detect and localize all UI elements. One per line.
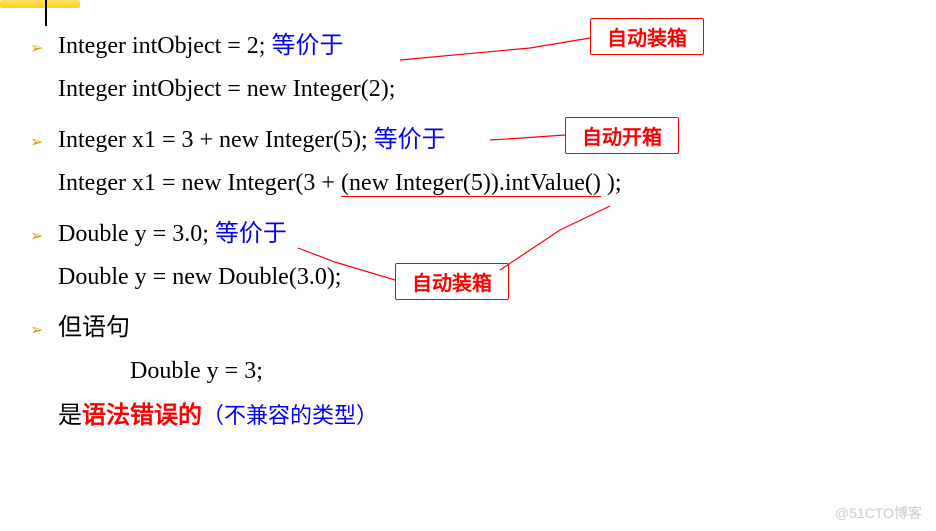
equiv-label: 等价于 <box>368 127 446 153</box>
line-8: Double y = 3; <box>130 358 906 385</box>
text-cursor <box>45 0 47 26</box>
code-segment: Integer intObject = 2; <box>58 33 265 59</box>
code-segment: Double y = 3.0; <box>58 221 209 247</box>
code-text: Integer x1 = 3 + new Integer(5); 等价于 <box>58 119 446 154</box>
line-7: ➢ 但语句 <box>30 307 906 342</box>
highlight-decoration <box>0 0 80 8</box>
text-segment: 是语法错误的（不兼容的类型） <box>58 395 378 430</box>
line-1: ➢ Integer intObject = 2; 等价于 <box>30 25 906 60</box>
bullet-icon: ➢ <box>30 132 46 152</box>
code-segment-a: Integer x1 = new Integer(3 + <box>58 170 341 196</box>
callout-autobox-2: 自动装箱 <box>395 263 509 300</box>
code-text: Integer intObject = 2; 等价于 <box>58 25 343 60</box>
line-5: ➢ Double y = 3.0; 等价于 <box>30 213 906 248</box>
callout-autounbox: 自动开箱 <box>565 117 679 154</box>
equiv-label: 等价于 <box>209 221 287 247</box>
code-text: Double y = new Double(3.0); <box>58 264 341 291</box>
line-9: 是语法错误的（不兼容的类型） <box>58 395 906 430</box>
code-text: Integer intObject = new Integer(2); <box>58 76 395 103</box>
line-4: Integer x1 = new Integer(3 + (new Intege… <box>58 170 906 197</box>
equiv-label: 等价于 <box>265 33 343 59</box>
code-text: Double y = 3.0; 等价于 <box>58 213 287 248</box>
code-segment-underlined: (new Integer(5)).intValue() <box>341 170 601 197</box>
code-text: Double y = 3; <box>130 358 263 385</box>
watermark: @51CTO博客 <box>835 503 922 523</box>
line-3: ➢ Integer x1 = 3 + new Integer(5); 等价于 <box>30 119 906 154</box>
bullet-icon: ➢ <box>30 38 46 58</box>
bullet-icon: ➢ <box>30 226 46 246</box>
slide-content: ➢ Integer intObject = 2; 等价于 Integer int… <box>0 0 936 466</box>
note-text: （不兼容的类型） <box>202 403 378 428</box>
code-segment-c: ); <box>601 170 622 196</box>
callout-autobox-1: 自动装箱 <box>590 18 704 55</box>
text-a: 是 <box>58 403 82 429</box>
error-text: 语法错误的 <box>82 403 202 429</box>
bullet-icon: ➢ <box>30 320 46 340</box>
code-text: Integer x1 = new Integer(3 + (new Intege… <box>58 170 622 197</box>
code-segment: Integer x1 = 3 + new Integer(5); <box>58 127 368 153</box>
text-segment: 但语句 <box>58 307 130 342</box>
line-2: Integer intObject = new Integer(2); <box>58 76 906 103</box>
